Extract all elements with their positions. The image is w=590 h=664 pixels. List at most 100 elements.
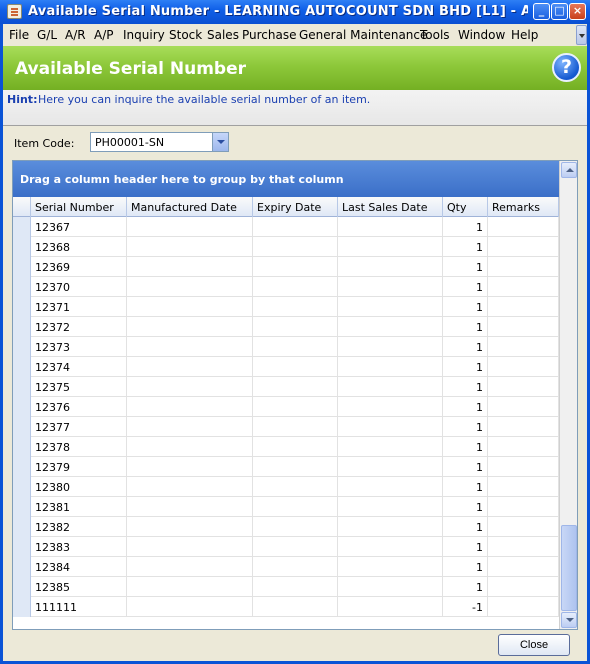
row-indicator[interactable] (13, 417, 31, 437)
row-indicator[interactable] (13, 337, 31, 357)
expiry-date-cell[interactable] (253, 277, 338, 297)
col-last-sales-date[interactable]: Last Sales Date (338, 197, 443, 217)
menu-gl[interactable]: G/L (37, 28, 57, 42)
serial-number-cell[interactable]: 12367 (31, 217, 127, 237)
manufactured-date-cell[interactable] (127, 357, 253, 377)
last-sales-date-cell[interactable] (338, 597, 443, 617)
manufactured-date-cell[interactable] (127, 517, 253, 537)
menu-ar[interactable]: A/R (65, 28, 86, 42)
last-sales-date-cell[interactable] (338, 297, 443, 317)
item-code-combo[interactable]: PH00001-SN (90, 132, 229, 152)
last-sales-date-cell[interactable] (338, 237, 443, 257)
expiry-date-cell[interactable] (253, 357, 338, 377)
last-sales-date-cell[interactable] (338, 537, 443, 557)
remarks-cell[interactable] (488, 517, 559, 537)
remarks-cell[interactable] (488, 257, 559, 277)
qty-cell[interactable]: 1 (443, 517, 488, 537)
qty-cell[interactable]: 1 (443, 497, 488, 517)
last-sales-date-cell[interactable] (338, 317, 443, 337)
remarks-cell[interactable] (488, 237, 559, 257)
remarks-cell[interactable] (488, 497, 559, 517)
table-row[interactable]: 12373 1 (13, 337, 559, 357)
qty-cell[interactable]: 1 (443, 437, 488, 457)
expiry-date-cell[interactable] (253, 257, 338, 277)
manufactured-date-cell[interactable] (127, 217, 253, 237)
row-indicator[interactable] (13, 357, 31, 377)
qty-cell[interactable]: 1 (443, 297, 488, 317)
expiry-date-cell[interactable] (253, 377, 338, 397)
maximize-button[interactable]: □ (551, 3, 568, 20)
manufactured-date-cell[interactable] (127, 497, 253, 517)
menu-help[interactable]: Help (511, 28, 538, 42)
menu-overflow-chevron-icon[interactable] (576, 25, 587, 45)
last-sales-date-cell[interactable] (338, 497, 443, 517)
qty-cell[interactable]: 1 (443, 577, 488, 597)
table-row[interactable]: 12382 1 (13, 517, 559, 537)
manufactured-date-cell[interactable] (127, 437, 253, 457)
expiry-date-cell[interactable] (253, 317, 338, 337)
remarks-cell[interactable] (488, 277, 559, 297)
serial-number-cell[interactable]: 12378 (31, 437, 127, 457)
qty-cell[interactable]: 1 (443, 357, 488, 377)
row-indicator[interactable] (13, 317, 31, 337)
minimize-button[interactable]: _ (533, 3, 550, 20)
manufactured-date-cell[interactable] (127, 597, 253, 617)
table-row[interactable]: 12370 1 (13, 277, 559, 297)
serial-number-cell[interactable]: 12370 (31, 277, 127, 297)
manufactured-date-cell[interactable] (127, 237, 253, 257)
scroll-down-icon[interactable] (561, 612, 577, 628)
row-indicator[interactable] (13, 397, 31, 417)
manufactured-date-cell[interactable] (127, 257, 253, 277)
menu-sales[interactable]: Sales (207, 28, 239, 42)
help-icon[interactable]: ? (552, 53, 581, 82)
menu-inquiry[interactable]: Inquiry (123, 28, 165, 42)
expiry-date-cell[interactable] (253, 457, 338, 477)
item-code-value[interactable]: PH00001-SN (95, 136, 164, 149)
last-sales-date-cell[interactable] (338, 377, 443, 397)
qty-cell[interactable]: 1 (443, 417, 488, 437)
qty-cell[interactable]: -1 (443, 597, 488, 617)
last-sales-date-cell[interactable] (338, 337, 443, 357)
manufactured-date-cell[interactable] (127, 297, 253, 317)
expiry-date-cell[interactable] (253, 237, 338, 257)
row-indicator[interactable] (13, 457, 31, 477)
menu-tools[interactable]: Tools (420, 28, 450, 42)
table-row[interactable]: 12381 1 (13, 497, 559, 517)
expiry-date-cell[interactable] (253, 337, 338, 357)
remarks-cell[interactable] (488, 477, 559, 497)
remarks-cell[interactable] (488, 397, 559, 417)
remarks-cell[interactable] (488, 297, 559, 317)
row-indicator[interactable] (13, 377, 31, 397)
expiry-date-cell[interactable] (253, 577, 338, 597)
table-row[interactable]: 12374 1 (13, 357, 559, 377)
serial-number-cell[interactable]: 12371 (31, 297, 127, 317)
row-indicator[interactable] (13, 217, 31, 237)
manufactured-date-cell[interactable] (127, 577, 253, 597)
remarks-cell[interactable] (488, 317, 559, 337)
manufactured-date-cell[interactable] (127, 377, 253, 397)
manufactured-date-cell[interactable] (127, 317, 253, 337)
serial-number-cell[interactable]: 12380 (31, 477, 127, 497)
serial-number-cell[interactable]: 12375 (31, 377, 127, 397)
title-bar[interactable]: Available Serial Number - LEARNING AUTOC… (0, 0, 590, 24)
table-row[interactable]: 12375 1 (13, 377, 559, 397)
serial-number-cell[interactable]: 12377 (31, 417, 127, 437)
table-row[interactable]: 12378 1 (13, 437, 559, 457)
close-window-button[interactable]: × (569, 3, 586, 20)
qty-cell[interactable]: 1 (443, 237, 488, 257)
scrollbar-thumb[interactable] (561, 525, 577, 611)
table-row[interactable]: 12372 1 (13, 317, 559, 337)
qty-cell[interactable]: 1 (443, 397, 488, 417)
remarks-cell[interactable] (488, 337, 559, 357)
serial-number-cell[interactable]: 111111 (31, 597, 127, 617)
qty-cell[interactable]: 1 (443, 377, 488, 397)
expiry-date-cell[interactable] (253, 537, 338, 557)
serial-number-cell[interactable]: 12376 (31, 397, 127, 417)
qty-cell[interactable]: 1 (443, 217, 488, 237)
row-indicator[interactable] (13, 257, 31, 277)
serial-number-cell[interactable]: 12373 (31, 337, 127, 357)
table-row[interactable]: 12376 1 (13, 397, 559, 417)
col-remarks[interactable]: Remarks (488, 197, 559, 217)
expiry-date-cell[interactable] (253, 297, 338, 317)
remarks-cell[interactable] (488, 457, 559, 477)
